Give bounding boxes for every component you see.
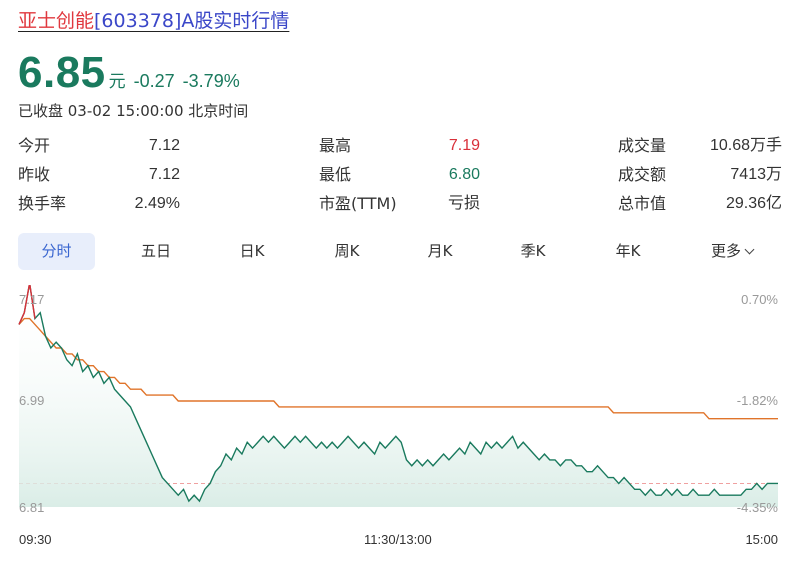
stat-open-value: 7.12 — [148, 137, 180, 154]
price-change-pct: -3.79% — [182, 71, 240, 91]
stat-low: 最低 6.80 — [319, 162, 480, 188]
stat-turnover-value: 2.49% — [134, 195, 180, 212]
price-area-fill — [19, 285, 778, 507]
stat-open-label: 今开 — [18, 136, 51, 155]
stat-pe: 市盈(TTM) 亏损 — [319, 191, 480, 217]
stat-amount: 成交额 7413万 — [618, 162, 782, 188]
stat-high-value: 7.19 — [448, 137, 480, 154]
y-right-label-bottom: -4.35% — [736, 500, 778, 515]
y-left-label-bottom: 6.81 — [19, 500, 45, 515]
stock-title-link[interactable]: 亚士创能[603378]A股实时行情 — [18, 8, 289, 34]
stat-low-label: 最低 — [319, 165, 352, 184]
y-right-label-mid: -1.82% — [736, 393, 778, 408]
x-label-midday: 11:30/13:00 — [364, 532, 432, 547]
stock-name[interactable]: 亚士创能 — [18, 10, 94, 32]
tab-five-day[interactable]: 五日 — [118, 233, 194, 270]
tab-daily-k[interactable]: 日K — [214, 233, 290, 270]
stat-volume-value: 10.68万手 — [709, 137, 782, 154]
stat-amount-value: 7413万 — [730, 166, 782, 183]
x-label-open: 09:30 — [19, 532, 52, 547]
stat-mktcap-label: 总市值 — [618, 194, 667, 213]
y-left-label-mid: 6.99 — [19, 393, 45, 408]
tab-weekly-k[interactable]: 周K — [309, 233, 385, 270]
stat-low-value: 6.80 — [448, 166, 480, 183]
stat-prev-close-label: 昨收 — [18, 165, 51, 184]
tab-more[interactable]: 更多 — [690, 233, 774, 270]
stat-turnover: 换手率 2.49% — [18, 191, 180, 217]
intraday-chart[interactable]: 7.17 6.99 6.81 0.70% -1.82% -4.35% 09:30… — [0, 285, 802, 568]
price-change: -0.27 — [133, 71, 175, 91]
stat-high-label: 最高 — [319, 136, 352, 155]
stats-grid: 今开 7.12 昨收 7.12 换手率 2.49% 最高 7.19 最低 6.8… — [18, 133, 782, 223]
stat-mktcap: 总市值 29.36亿 — [618, 191, 782, 217]
y-right-label-top: 0.70% — [741, 292, 778, 307]
stat-volume: 成交量 10.68万手 — [618, 133, 782, 159]
tab-more-label: 更多 — [710, 242, 741, 260]
chevron-down-icon — [744, 244, 755, 255]
stat-amount-label: 成交额 — [618, 165, 667, 184]
stat-mktcap-value: 29.36亿 — [725, 195, 782, 212]
price-unit: 元 — [108, 72, 126, 92]
stat-turnover-label: 换手率 — [18, 194, 67, 213]
stat-open: 今开 7.12 — [18, 133, 180, 159]
chart-period-tabs: 分时 五日 日K 周K 月K 季K 年K 更多 — [18, 233, 778, 271]
tab-quarterly-k[interactable]: 季K — [495, 233, 571, 270]
tab-intraday[interactable]: 分时 — [18, 233, 95, 270]
market-status: 已收盘 03-02 15:00:00 北京时间 — [18, 102, 249, 120]
average-price-line — [18, 317, 778, 420]
tab-monthly-k[interactable]: 月K — [402, 233, 478, 270]
stat-volume-label: 成交量 — [618, 136, 667, 155]
stat-prev-close: 昨收 7.12 — [18, 162, 180, 188]
stat-pe-label: 市盈(TTM) — [319, 194, 397, 213]
stat-prev-close-value: 7.12 — [148, 166, 180, 183]
stat-pe-value: 亏损 — [447, 195, 480, 212]
stock-code-title[interactable]: [603378]A股实时行情 — [94, 10, 289, 32]
chart-canvas — [18, 285, 778, 507]
current-price: 6.85 — [18, 48, 106, 97]
stat-high: 最高 7.19 — [319, 133, 480, 159]
x-label-close: 15:00 — [745, 532, 778, 547]
tab-yearly-k[interactable]: 年K — [590, 233, 666, 270]
y-left-label-top: 7.17 — [19, 292, 45, 307]
price-row: 6.85 元 -0.27 -3.79% — [18, 48, 240, 97]
